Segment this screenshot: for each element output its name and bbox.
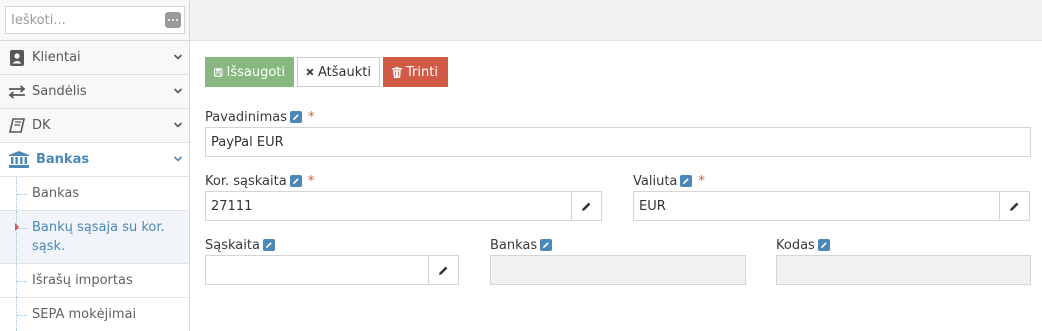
required-marker: * xyxy=(308,109,315,125)
search-input[interactable] xyxy=(5,6,185,34)
bank-label: Bankas xyxy=(490,236,553,254)
sidebar-item-bankas[interactable]: Bankas xyxy=(0,143,189,177)
sidebar-subitem-israsu-importas[interactable]: Išrašų importas xyxy=(0,264,189,298)
bank-label-text: Bankas xyxy=(490,237,538,253)
kor-account-label-text: Kor. sąskaita xyxy=(205,173,287,189)
code-field xyxy=(776,255,1031,285)
sidebar-item-label: Klientai xyxy=(32,50,81,65)
sidebar-item-sandelis[interactable]: Sandėlis xyxy=(0,75,189,109)
sidebar-subitem-bankas[interactable]: Bankas xyxy=(0,177,189,211)
sidebar-subitem-label: Bankas xyxy=(32,186,80,201)
currency-label-text: Valiuta xyxy=(633,173,678,189)
currency-field[interactable]: EUR xyxy=(633,191,1000,221)
sidebar-subitem-label: Išrašų importas xyxy=(32,273,133,288)
sidebar-item-label: DK xyxy=(32,118,51,133)
account-field[interactable] xyxy=(205,255,429,285)
edit-icon[interactable] xyxy=(540,239,553,251)
required-marker: * xyxy=(307,173,315,189)
delete-button[interactable]: Trinti xyxy=(383,57,448,87)
code-label-text: Kodas xyxy=(776,237,815,253)
name-field[interactable]: PayPal EUR xyxy=(205,127,1031,157)
name-label-text: Pavadinimas xyxy=(205,109,287,125)
cancel-button-label: Atšaukti xyxy=(318,64,371,80)
edit-icon[interactable] xyxy=(262,239,275,251)
account-label: Sąskaita xyxy=(205,236,275,254)
edit-icon[interactable] xyxy=(289,175,302,187)
top-bar xyxy=(190,0,1042,41)
sidebar-subitem-sepa-mokejimai[interactable]: SEPA mokėjimai xyxy=(0,298,189,331)
kor-account-field[interactable]: 27111 xyxy=(205,191,572,221)
exchange-arrows-icon xyxy=(8,83,26,101)
cancel-button[interactable]: Atšaukti xyxy=(297,57,380,87)
kor-account-value: 27111 xyxy=(211,198,253,214)
sidebar-item-label: Sandėlis xyxy=(32,84,87,99)
chevron-down-icon xyxy=(173,88,183,94)
name-field-value: PayPal EUR xyxy=(211,134,284,150)
more-options-icon[interactable] xyxy=(165,12,181,28)
currency-pencil-button[interactable] xyxy=(999,191,1030,221)
active-caret-icon xyxy=(15,223,19,231)
save-button[interactable]: Išsaugoti xyxy=(205,57,294,87)
name-label: Pavadinimas * xyxy=(205,108,315,126)
chevron-down-icon xyxy=(173,54,183,60)
save-button-label: Išsaugoti xyxy=(226,64,286,80)
required-marker: * xyxy=(698,173,705,189)
sidebar-item-label: Bankas xyxy=(36,152,90,167)
delete-button-label: Trinti xyxy=(406,64,438,80)
code-label: Kodas xyxy=(776,236,830,254)
currency-label: Valiuta * xyxy=(633,172,705,190)
pencil-icon xyxy=(582,202,591,211)
contact-card-icon xyxy=(8,49,26,67)
edit-icon[interactable] xyxy=(290,111,302,123)
bank-field xyxy=(490,255,746,285)
sidebar-search xyxy=(0,0,189,41)
kor-account-label: Kor. sąskaita * xyxy=(205,172,314,190)
edit-icon[interactable] xyxy=(680,175,693,187)
sidebar-item-klientai[interactable]: Klientai xyxy=(0,41,189,75)
currency-value: EUR xyxy=(639,198,666,214)
sidebar-subitem-label: Bankų sąsaja su kor. sąsk. xyxy=(32,220,165,254)
sidebar-subitem-label: SEPA mokėjimai xyxy=(32,307,137,322)
close-icon xyxy=(306,68,314,76)
pencil-icon xyxy=(1010,202,1019,211)
account-label-text: Sąskaita xyxy=(205,237,260,253)
account-pencil-button[interactable] xyxy=(428,255,459,285)
book-icon xyxy=(8,117,26,135)
chevron-down-icon xyxy=(173,122,183,128)
sidebar-subitem-banku-sasaja[interactable]: Bankų sąsaja su kor. sąsk. xyxy=(0,211,189,264)
sidebar: Klientai Sandėlis DK Bankas Bankas Bankų… xyxy=(0,0,190,331)
edit-icon[interactable] xyxy=(817,239,830,251)
floppy-disk-icon xyxy=(214,67,223,77)
kor-account-pencil-button[interactable] xyxy=(571,191,602,221)
pencil-icon xyxy=(439,266,448,275)
search-wrapper xyxy=(5,6,185,34)
trash-icon xyxy=(392,66,402,78)
bank-icon xyxy=(8,151,30,169)
sidebar-item-dk[interactable]: DK xyxy=(0,109,189,143)
chevron-down-icon xyxy=(173,156,183,162)
